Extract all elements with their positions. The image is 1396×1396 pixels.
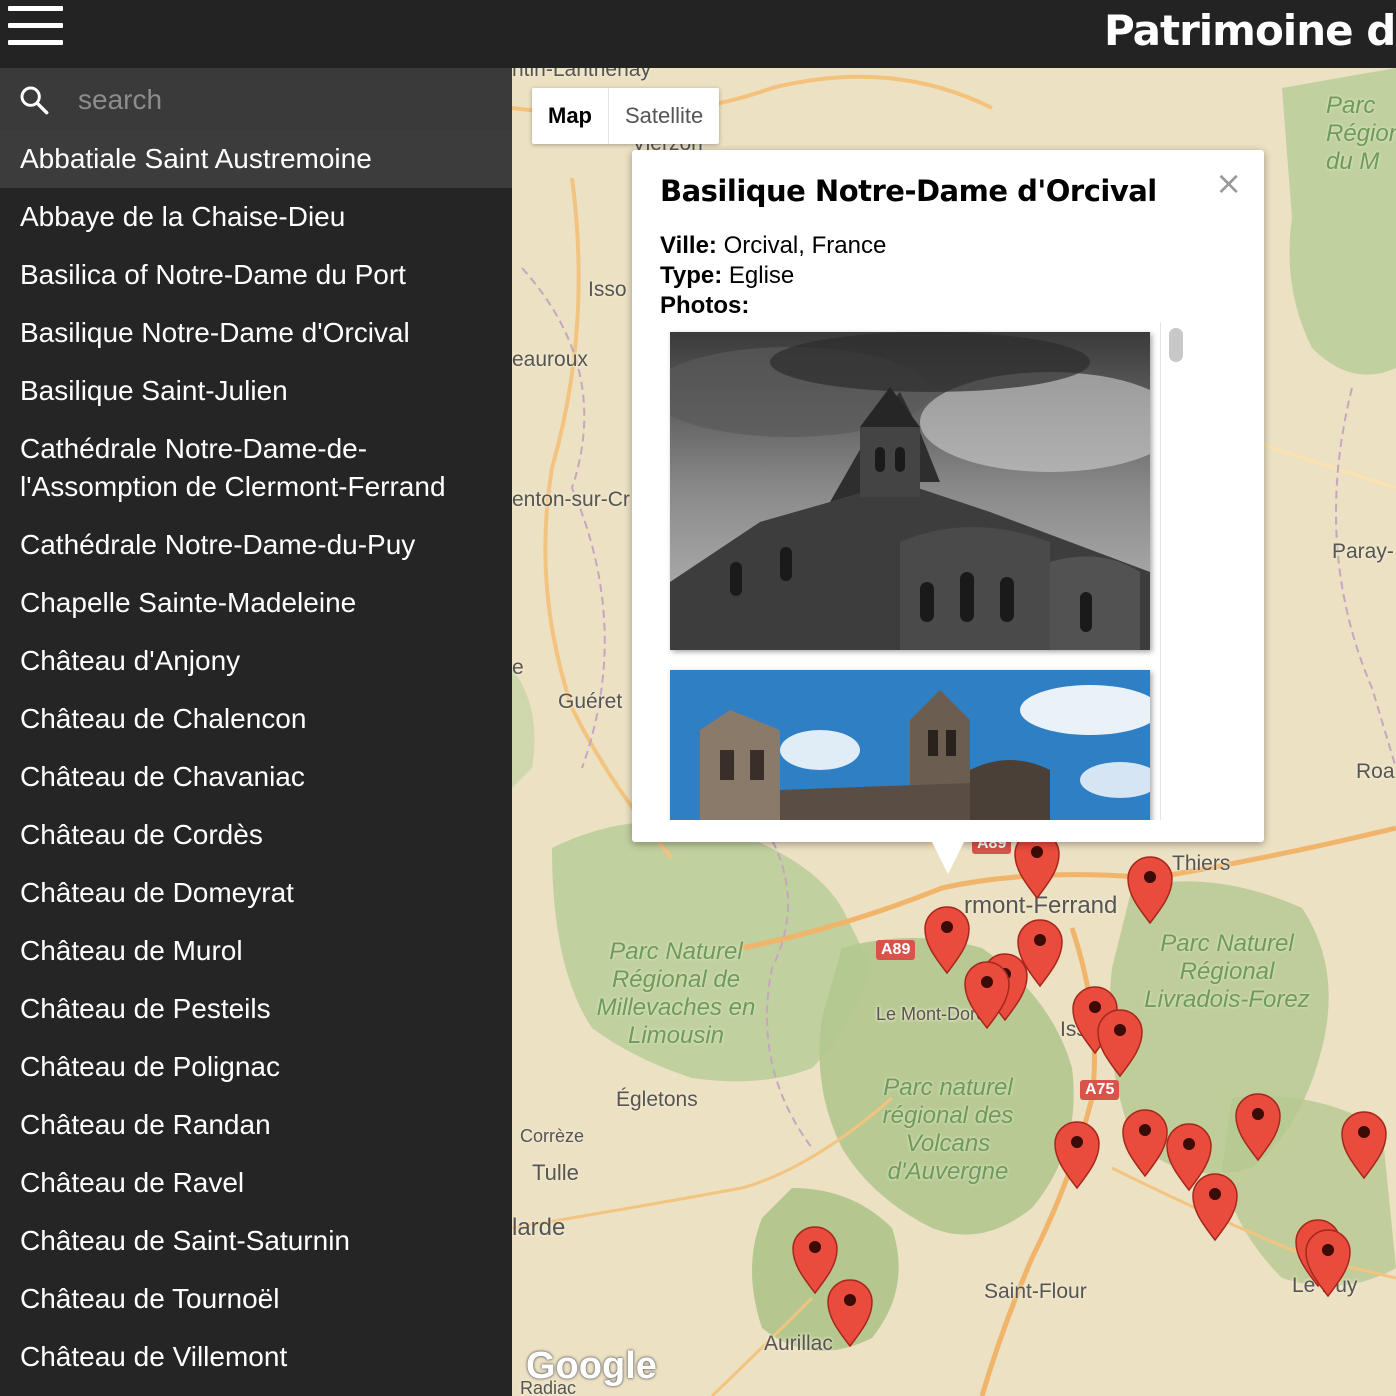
map-canvas[interactable]: ntin-Lanthenay Vierzon Isso eauroux ento… (512, 68, 1396, 1396)
list-item[interactable]: Château de Murol (0, 922, 512, 980)
list-item[interactable]: Château de Ravel (0, 1154, 512, 1212)
list-item[interactable]: Basilique Notre-Dame d'Orcival (0, 304, 512, 362)
location-list: Abbatiale Saint Austremoine Abbaye de la… (0, 130, 512, 1386)
map-type-satellite-button[interactable]: Satellite (608, 88, 719, 144)
map-marker[interactable] (924, 906, 970, 974)
map-marker[interactable] (1054, 1121, 1100, 1189)
list-item[interactable]: Basilique Saint-Julien (0, 362, 512, 420)
photos-row: Photos: (660, 292, 749, 320)
list-item[interactable]: Château de Pesteils (0, 980, 512, 1038)
list-item[interactable]: Château de Saint-Saturnin (0, 1212, 512, 1270)
map-marker[interactable] (1305, 1229, 1351, 1297)
map-marker[interactable] (1097, 1009, 1143, 1077)
list-item[interactable]: Château de Randan (0, 1096, 512, 1154)
basilica-photo[interactable] (670, 332, 1150, 650)
gallery-scrollbar[interactable] (1160, 322, 1189, 820)
ville-row: Ville: Orcival, France (660, 232, 886, 260)
list-item[interactable]: Cathédrale Notre-Dame-du-Puy (0, 516, 512, 574)
type-value: Eglise (728, 262, 795, 289)
type-label: Type: (660, 262, 723, 289)
list-item[interactable]: Château de Chalencon (0, 690, 512, 748)
sidebar: Abbatiale Saint Austremoine Abbaye de la… (0, 68, 512, 1396)
list-item[interactable]: Abbatiale Saint Austremoine (0, 130, 512, 188)
map-marker[interactable] (1192, 1173, 1238, 1241)
list-item[interactable]: Château de Cordès (0, 806, 512, 864)
scrollbar-thumb[interactable] (1169, 328, 1183, 362)
type-row: Type: Eglise (660, 262, 794, 290)
list-item[interactable]: Château de Chavaniac (0, 748, 512, 806)
menu-icon[interactable] (8, 6, 64, 46)
map-type-control: Map Satellite (532, 88, 720, 144)
map-marker[interactable] (1122, 1109, 1168, 1177)
info-window-tail (932, 842, 964, 874)
close-icon[interactable]: × (1215, 164, 1242, 202)
list-item[interactable]: Basilica of Notre-Dame du Port (0, 246, 512, 304)
basilica-photo[interactable] (670, 670, 1150, 820)
search-bar (0, 68, 512, 130)
list-item[interactable]: Chapelle Sainte-Madeleine (0, 574, 512, 632)
list-item[interactable]: Château de Villemont (0, 1328, 512, 1386)
info-window: × Basilique Notre-Dame d'Orcival Ville: … (632, 150, 1264, 874)
map-marker[interactable] (1235, 1093, 1281, 1161)
photos-label: Photos: (660, 292, 750, 319)
list-item[interactable]: Cathédrale Notre-Dame-de-l'Assomption de… (0, 420, 512, 516)
info-window-title: Basilique Notre-Dame d'Orcival (660, 174, 1157, 208)
list-item[interactable]: Château de Polignac (0, 1038, 512, 1096)
app-header: Patrimoine d'Auvergne (0, 0, 1396, 68)
list-item[interactable]: Abbaye de la Chaise-Dieu (0, 188, 512, 246)
list-item[interactable]: Château d'Anjony (0, 632, 512, 690)
list-item[interactable]: Château de Domeyrat (0, 864, 512, 922)
list-item[interactable]: Château de Tournoël (0, 1270, 512, 1328)
ville-value: Orcival, France (723, 232, 887, 259)
map-marker[interactable] (827, 1279, 873, 1347)
search-input[interactable] (76, 78, 490, 122)
google-logo: Google (526, 1345, 657, 1387)
map-marker[interactable] (964, 961, 1010, 1029)
search-icon (20, 86, 49, 115)
ville-label: Ville: (660, 232, 717, 259)
app-title: Patrimoine d'Auvergne (1104, 6, 1396, 55)
map-marker[interactable] (1127, 856, 1173, 924)
map-type-map-button[interactable]: Map (532, 88, 608, 144)
map-marker[interactable] (1341, 1111, 1387, 1179)
map-marker[interactable] (792, 1226, 838, 1294)
photo-gallery[interactable] (660, 322, 1188, 820)
